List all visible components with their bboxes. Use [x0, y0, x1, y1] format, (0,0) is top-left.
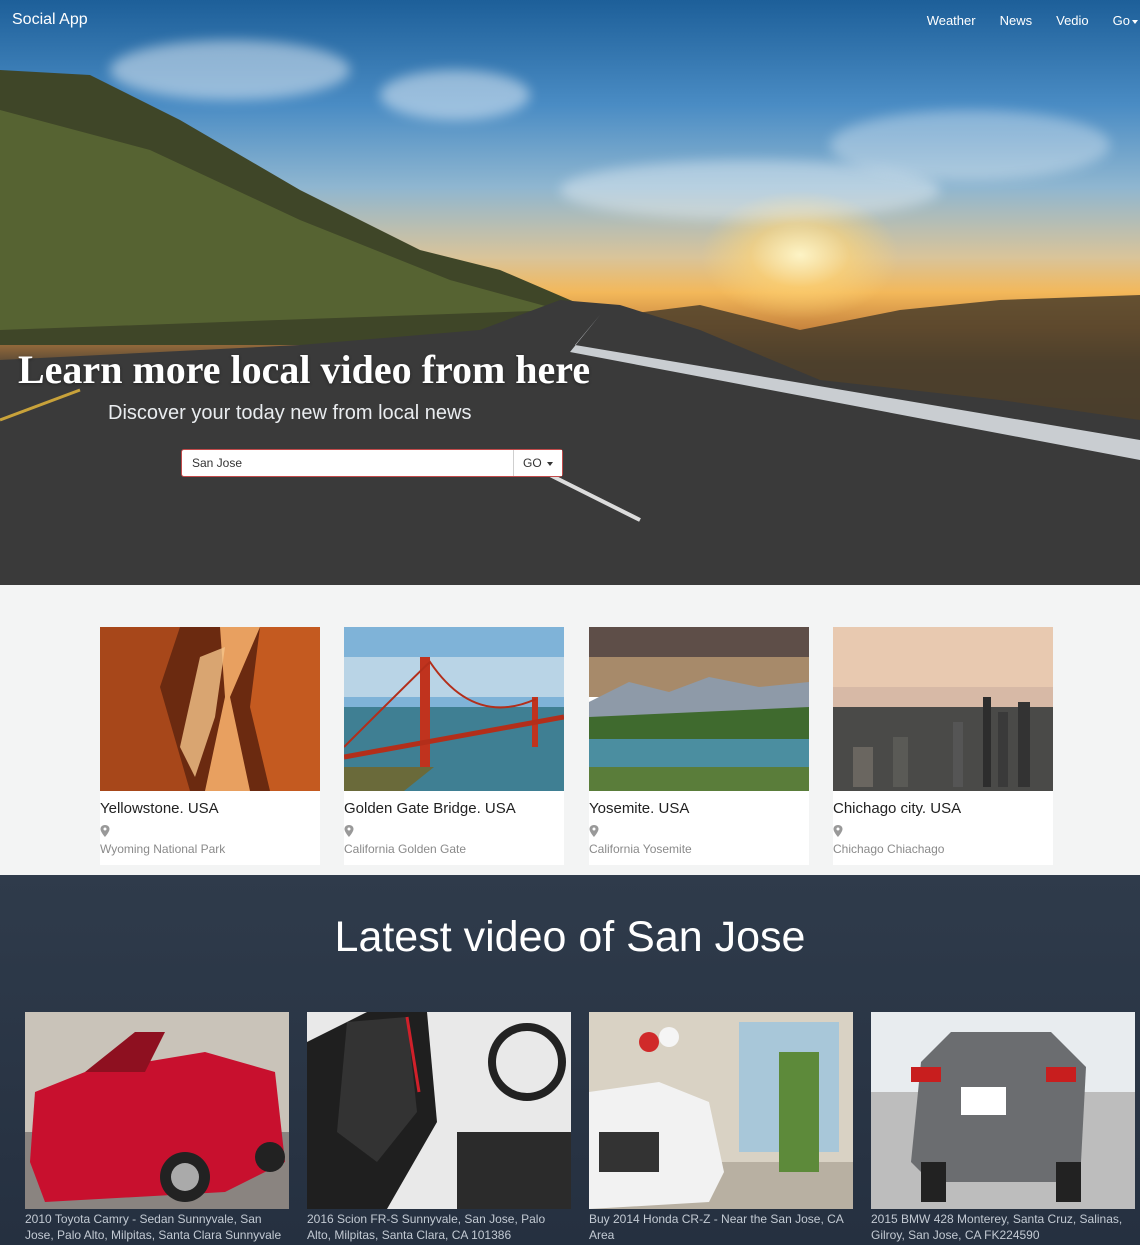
video-thumbnail[interactable]	[871, 1012, 1135, 1209]
video-thumbnail[interactable]	[307, 1012, 571, 1209]
place-location: California Golden Gate	[344, 842, 467, 856]
nav-links: Weather News Vedio Go	[903, 13, 1140, 28]
video-card[interactable]: 2010 Toyota Camry - Sedan Sunnyvale, San…	[25, 1012, 289, 1243]
video-caption[interactable]: 2015 BMW 428 Monterey, Santa Cruz, Salin…	[871, 1211, 1135, 1243]
video-caption[interactable]: Buy 2014 Honda CR-Z - Near the San Jose,…	[589, 1211, 853, 1243]
nav-news[interactable]: News	[1000, 13, 1033, 28]
map-marker-icon	[100, 825, 110, 837]
videos-section: Latest video of San Jose 2010 Toyota Cam…	[0, 875, 1140, 1245]
hero-title: Learn more local video from here	[18, 347, 591, 392]
go-label: GO	[522, 456, 542, 470]
place-location: California Yosemite	[589, 842, 692, 856]
nav-weather[interactable]: Weather	[927, 13, 976, 28]
video-thumbnail[interactable]	[589, 1012, 853, 1209]
go-dropdown-button[interactable]: GO	[513, 450, 562, 476]
video-card[interactable]: Buy 2014 Honda CR-Z - Near the San Jose,…	[589, 1012, 853, 1243]
map-marker-icon	[589, 825, 599, 837]
caret-down-icon	[547, 461, 553, 466]
place-card[interactable]: Chichago city. USA Chichago Chiachago	[833, 627, 1053, 865]
map-marker-icon	[344, 825, 354, 837]
map-marker-icon	[833, 825, 843, 837]
video-caption[interactable]: 2010 Toyota Camry - Sedan Sunnyvale, San…	[25, 1211, 289, 1243]
caret-down-icon	[1132, 19, 1138, 24]
nav-vedio[interactable]: Vedio	[1056, 13, 1089, 28]
nav-go-dropdown[interactable]: Go	[1113, 13, 1138, 28]
search-bar: GO	[181, 449, 563, 477]
hero-landscape	[0, 70, 1140, 585]
nav-go-label: Go	[1112, 13, 1130, 28]
place-title[interactable]: Yosemite. USA	[589, 800, 689, 817]
place-title[interactable]: Yellowstone. USA	[100, 800, 219, 817]
place-title[interactable]: Golden Gate Bridge. USA	[344, 800, 516, 817]
search-input[interactable]	[182, 450, 513, 476]
place-image-chicago[interactable]	[833, 627, 1053, 791]
video-caption[interactable]: 2016 Scion FR-S Sunnyvale, San Jose, Pal…	[307, 1211, 571, 1243]
place-location: Chichago Chiachago	[833, 842, 945, 856]
video-thumbnail[interactable]	[25, 1012, 289, 1209]
place-card[interactable]: Golden Gate Bridge. USA California Golde…	[344, 627, 564, 865]
place-title[interactable]: Chichago city. USA	[833, 800, 961, 817]
videos-heading: Latest video of San Jose	[334, 913, 806, 961]
hero-subtitle: Discover your today new from local news	[108, 402, 472, 424]
place-card[interactable]: Yellowstone. USA Wyoming National Park	[100, 627, 320, 865]
video-card[interactable]: 2015 BMW 428 Monterey, Santa Cruz, Salin…	[871, 1012, 1135, 1243]
places-section: Yellowstone. USA Wyoming National Park G…	[0, 585, 1140, 875]
place-image-yosemite[interactable]	[589, 627, 809, 791]
top-navbar: Social App Weather News Vedio Go	[0, 0, 1140, 42]
video-card[interactable]: 2016 Scion FR-S Sunnyvale, San Jose, Pal…	[307, 1012, 571, 1243]
hero-banner: Social App Weather News Vedio Go Learn m…	[0, 0, 1140, 585]
place-image-canyon[interactable]	[100, 627, 320, 791]
place-card[interactable]: Yosemite. USA California Yosemite	[589, 627, 809, 865]
brand-logo[interactable]: Social App	[12, 11, 88, 29]
place-image-golden-gate[interactable]	[344, 627, 564, 791]
place-location: Wyoming National Park	[100, 842, 226, 856]
